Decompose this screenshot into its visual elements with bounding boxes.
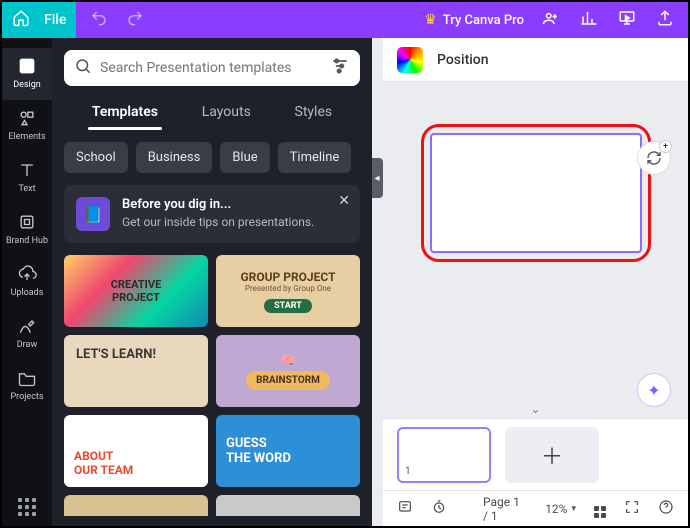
- search-bar[interactable]: [64, 50, 360, 86]
- rail-item-uploads[interactable]: Uploads: [2, 256, 52, 308]
- chevron-down-icon: ▾: [571, 504, 576, 514]
- magic-button[interactable]: ✦: [638, 374, 670, 406]
- template-subtitle: PROJECT: [112, 291, 160, 304]
- apps-grid-icon[interactable]: [18, 498, 36, 516]
- panel-collapse-handle[interactable]: ◂: [371, 158, 383, 198]
- plus-icon: +: [659, 140, 672, 153]
- notes-icon[interactable]: [397, 499, 413, 518]
- color-picker-button[interactable]: [397, 47, 423, 73]
- redo-icon[interactable]: [126, 9, 144, 31]
- template-title: GROUP PROJECT: [240, 270, 335, 284]
- chip-timeline[interactable]: Timeline: [278, 142, 352, 173]
- rail-item-text[interactable]: Text: [2, 152, 52, 204]
- template-group-project[interactable]: GROUP PROJECT Presented by Group One STA…: [216, 255, 360, 327]
- rail-label: Uploads: [11, 288, 44, 298]
- selected-slide[interactable]: [430, 133, 642, 253]
- add-page-button[interactable]: ＋: [505, 427, 599, 483]
- side-panel: Templates Layouts Styles School Business…: [52, 38, 372, 526]
- rail-label: Draw: [17, 340, 37, 350]
- zoom-value: 12%: [545, 502, 567, 516]
- page-number: 1: [405, 466, 411, 477]
- template-title: BRAINSTORM: [246, 371, 330, 390]
- template-subtitle: Presented by Group One: [245, 284, 331, 293]
- search-input[interactable]: [100, 60, 322, 76]
- template-creative-project[interactable]: CREATIVE PROJECT: [64, 255, 208, 327]
- rail-label: Design: [13, 80, 41, 90]
- template-title: CREATIVE: [111, 278, 162, 291]
- rail-label: Elements: [8, 132, 45, 142]
- position-button[interactable]: Position: [437, 52, 489, 68]
- analytics-icon[interactable]: [580, 9, 598, 31]
- present-icon[interactable]: [618, 9, 636, 31]
- rail-label: Projects: [11, 392, 44, 402]
- rail-label: Brand Hub: [6, 236, 48, 246]
- share-people-icon[interactable]: [542, 9, 560, 31]
- tips-card[interactable]: 📘 Before you dig in... Get our inside ti…: [64, 185, 360, 243]
- rail-item-elements[interactable]: Elements: [2, 100, 52, 152]
- template-thumbnail[interactable]: [216, 495, 360, 516]
- nav-rail: Design Elements Text Brand Hub Uploads D…: [2, 38, 52, 526]
- category-chips: School Business Blue Timeline: [64, 142, 360, 173]
- try-pro-button[interactable]: ♛ Try Canva Pro: [412, 2, 536, 38]
- template-subtitle: OUR TEAM: [74, 463, 133, 477]
- rail-item-brand-hub[interactable]: Brand Hub: [2, 204, 52, 256]
- panel-tabs: Templates Layouts Styles: [64, 98, 360, 130]
- rail-label: Text: [18, 184, 35, 194]
- tab-templates[interactable]: Templates: [88, 98, 162, 130]
- file-menu[interactable]: File: [44, 12, 66, 28]
- template-guess-the-word[interactable]: GUESS THE WORD: [216, 415, 360, 487]
- template-title: LET'S LEARN!: [76, 347, 156, 362]
- chips-scroll-right-icon[interactable]: [359, 148, 360, 167]
- try-pro-label: Try Canva Pro: [443, 13, 524, 28]
- tab-layouts[interactable]: Layouts: [198, 98, 255, 130]
- rail-item-design[interactable]: Design: [2, 48, 52, 100]
- page-indicator[interactable]: Page 1 / 1: [483, 495, 527, 523]
- template-lets-learn[interactable]: LET'S LEARN!: [64, 335, 208, 407]
- undo-icon[interactable]: [90, 9, 108, 31]
- page-thumbnails: 1 ＋: [383, 418, 688, 490]
- export-icon[interactable]: [656, 9, 674, 31]
- annotation-highlight: [421, 124, 651, 262]
- top-bar: File ♛ Try Canva Pro: [2, 2, 688, 38]
- rail-item-draw[interactable]: Draw: [2, 308, 52, 360]
- grid-view-icon[interactable]: [594, 500, 606, 518]
- tip-body: Get our inside tips on presentations.: [122, 214, 314, 230]
- chevron-down-icon[interactable]: ⌄: [530, 402, 540, 416]
- history-controls: [76, 2, 158, 38]
- chip-business[interactable]: Business: [136, 142, 213, 173]
- home-icon[interactable]: [12, 9, 30, 31]
- tip-title: Before you dig in...: [122, 197, 314, 212]
- zoom-dropdown[interactable]: 12% ▾: [545, 502, 576, 516]
- template-about-our-team[interactable]: ABOUT OUR TEAM: [64, 415, 208, 487]
- canvas-toolbar: Position: [383, 38, 688, 82]
- rail-item-projects[interactable]: Projects: [2, 360, 52, 412]
- template-subtitle: THE WORD: [226, 451, 291, 466]
- template-start-button: START: [264, 299, 312, 313]
- close-icon[interactable]: ✕: [338, 193, 350, 209]
- filter-icon[interactable]: [330, 56, 350, 80]
- chip-school[interactable]: School: [64, 142, 128, 173]
- page-thumbnail-1[interactable]: 1: [397, 427, 491, 483]
- template-thumbnail[interactable]: [64, 495, 208, 516]
- fullscreen-icon[interactable]: [624, 499, 640, 518]
- stage[interactable]: + ✦ ⌄: [383, 82, 688, 418]
- lightbulb-icon: 📘: [76, 197, 110, 231]
- search-icon: [74, 57, 92, 79]
- topbar-left: File: [2, 2, 76, 38]
- regenerate-button[interactable]: +: [638, 142, 670, 174]
- tab-styles[interactable]: Styles: [291, 98, 337, 130]
- timer-icon[interactable]: [431, 499, 447, 518]
- template-brainstorm[interactable]: 🧠 BRAINSTORM: [216, 335, 360, 407]
- crown-icon: ♛: [424, 12, 437, 28]
- template-title: ABOUT: [74, 449, 113, 463]
- status-bar: Page 1 / 1 12% ▾: [383, 490, 688, 526]
- template-title: GUESS: [226, 436, 267, 451]
- template-grid: CREATIVE PROJECT GROUP PROJECT Presented…: [64, 255, 360, 516]
- canvas-area: Position + ✦ ⌄ 1 ＋: [383, 38, 688, 526]
- help-icon[interactable]: [658, 499, 674, 518]
- chip-blue[interactable]: Blue: [220, 142, 269, 173]
